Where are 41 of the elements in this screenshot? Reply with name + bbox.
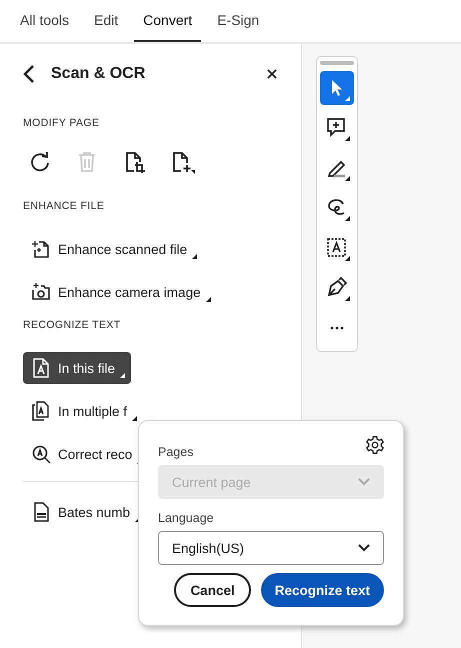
tool-item[interactable]: In multiple f xyxy=(23,395,144,427)
corner-triangle-icon xyxy=(345,136,350,141)
field-label: Pages xyxy=(158,445,194,459)
section-heading: ENHANCE FILE xyxy=(23,200,106,212)
chevron-down-icon xyxy=(358,478,370,486)
drag-handle[interactable] xyxy=(320,61,354,65)
corner-triangle-icon xyxy=(192,254,198,259)
corner-triangle-icon xyxy=(120,373,126,378)
primary-button[interactable]: Recognize text xyxy=(260,573,384,607)
more-icon xyxy=(330,326,344,330)
corner-triangle-icon xyxy=(345,296,350,301)
nav-tab[interactable]: Convert xyxy=(134,0,202,42)
panel-title: Scan & OCR xyxy=(51,65,146,83)
corner-triangle-icon xyxy=(206,297,211,302)
text-box-icon xyxy=(325,236,349,260)
corner-triangle-icon xyxy=(345,216,350,221)
nav-tab[interactable]: All tools xyxy=(11,0,78,42)
close-icon[interactable] xyxy=(267,69,277,79)
tool-item[interactable]: In this file xyxy=(23,352,132,384)
settings-icon[interactable] xyxy=(365,435,385,455)
nav-tab[interactable]: Edit xyxy=(85,0,128,42)
page-icon xyxy=(31,358,51,378)
section-heading: MODIFY PAGE xyxy=(23,117,100,129)
section-heading: RECOGNIZE TEXT xyxy=(23,319,122,331)
dropdown[interactable]: English(US) xyxy=(158,531,384,565)
corner-triangle-icon xyxy=(345,256,350,261)
sparkle-camera-icon xyxy=(31,282,51,302)
tool-item[interactable]: Bates numb xyxy=(23,496,146,528)
magnifier-icon xyxy=(31,444,51,464)
sparkle-page-icon xyxy=(31,239,51,259)
back-icon[interactable] xyxy=(23,65,35,83)
tool-item[interactable]: Enhance camera image xyxy=(23,276,217,308)
cancel-button[interactable]: Cancel xyxy=(174,573,251,607)
nav-tab[interactable]: E-Sign xyxy=(208,0,268,42)
pages-icon xyxy=(31,401,51,421)
field-label: Language xyxy=(158,511,215,525)
corner-triangle-icon xyxy=(132,416,138,421)
tool-item[interactable]: Enhance scanned file xyxy=(23,233,204,265)
chevron-down-icon xyxy=(358,544,370,552)
corner-triangle-icon xyxy=(345,176,350,181)
corner-triangle-icon xyxy=(345,96,350,101)
